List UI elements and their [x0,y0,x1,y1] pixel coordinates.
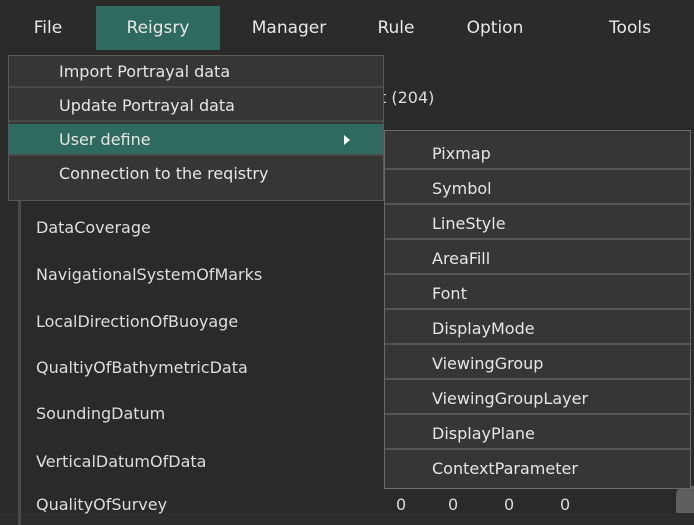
menu-item-update-portrayal[interactable]: Update Portrayal data [9,90,383,122]
user-define-submenu: Pixmap Symbol LineStyle AreaFill Font Di… [384,130,691,489]
list-item[interactable]: QualityOfSurvey [36,495,167,514]
menu-registry[interactable]: Reigsry [96,6,220,50]
submenu-item-font[interactable]: Font [385,277,690,310]
list-item[interactable]: LocalDirectionOfBuoyage [36,312,238,331]
menu-tools[interactable]: Tools [580,6,680,50]
submenu-item-displayplane[interactable]: DisplayPlane [385,417,690,450]
submenu-item-viewinggrouplayer[interactable]: ViewingGroupLayer [385,382,690,415]
menu-manager[interactable]: Manager [230,6,348,50]
scrollbar-thumb[interactable] [676,486,694,513]
list-item[interactable]: NavigationalSystemOfMarks [36,265,262,284]
list-item[interactable]: QualtiyOfBathymetricData [36,358,248,377]
row-value: 0 [396,495,407,514]
menu-rule[interactable]: Rule [370,6,422,50]
submenu-item-symbol[interactable]: Symbol [385,172,690,205]
menu-option[interactable]: Option [440,6,550,50]
row-value: 0 [504,495,515,514]
submenu-item-contextparameter[interactable]: ContextParameter [385,452,690,485]
menu-item-connection-registry[interactable]: Connection to the reqistry [9,158,383,190]
list-item[interactable]: SoundingDatum [36,404,165,423]
list-item[interactable]: VerticalDatumOfData [36,452,206,471]
menu-item-user-define[interactable]: User define [9,124,383,156]
menu-bar: File Reigsry Manager Rule Option Tools [0,0,694,55]
submenu-item-pixmap[interactable]: Pixmap [385,137,690,170]
list-border [18,195,21,525]
list-header-partial: t (204) [380,88,435,107]
row-value: 0 [448,495,459,514]
submenu-item-linestyle[interactable]: LineStyle [385,207,690,240]
submenu-item-areafill[interactable]: AreaFill [385,242,690,275]
menu-item-label: User define [59,130,151,149]
submenu-arrow-icon [344,135,350,145]
row-value: 0 [560,495,571,514]
list-item[interactable]: DataCoverage [36,218,151,237]
submenu-item-viewinggroup[interactable]: ViewingGroup [385,347,690,380]
submenu-item-displaymode[interactable]: DisplayMode [385,312,690,345]
registry-dropdown-menu: Import Portrayal data Update Portrayal d… [8,55,384,201]
menu-item-import-portrayal[interactable]: Import Portrayal data [9,56,383,88]
menu-file[interactable]: File [20,6,76,50]
